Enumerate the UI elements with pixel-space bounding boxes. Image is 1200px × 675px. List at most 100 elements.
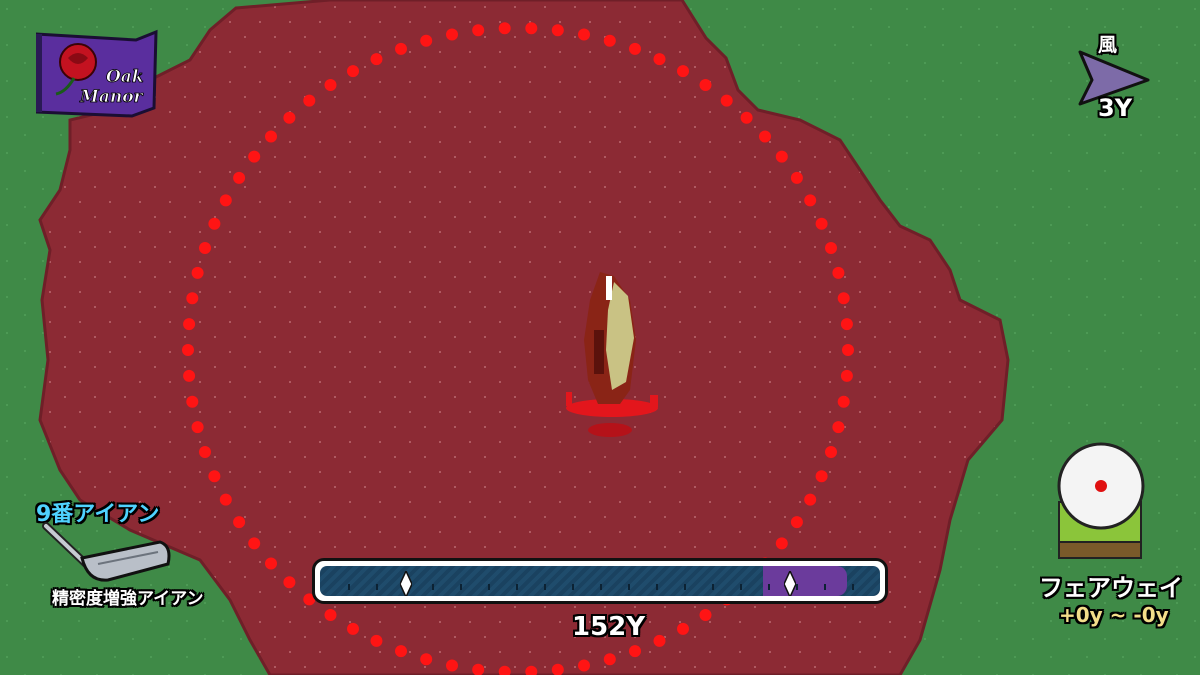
target-ring-dot [324, 79, 337, 91]
shot-distance: 152Y [572, 612, 646, 642]
target-ring-dot [324, 609, 337, 621]
target-ring-dot [395, 42, 407, 55]
target-ring-dot [842, 344, 854, 356]
target-ring-dot [775, 537, 788, 550]
target-ring-dot [837, 292, 850, 305]
target-ring-dot [446, 659, 458, 672]
target-ring-dot [677, 65, 689, 78]
shot-power-meter[interactable] [312, 558, 888, 604]
target-ring-dot [370, 53, 383, 66]
target-ring-dot [248, 150, 261, 163]
target-ring-dot [653, 634, 666, 647]
start-marker-icon [400, 571, 412, 596]
target-ring-dot [199, 446, 211, 458]
target-ring-dot [219, 194, 232, 207]
power-target-zone [763, 566, 847, 596]
target-ring-dot [840, 318, 853, 331]
target-ring-dot [832, 421, 845, 434]
power-tick [572, 584, 574, 590]
target-ring-dot [303, 94, 316, 107]
power-tick [740, 584, 742, 590]
target-ring-dot [182, 344, 194, 356]
target-ring-dot [837, 395, 850, 408]
target-ring-dot [629, 42, 641, 55]
power-tick [852, 584, 854, 590]
club-selector[interactable]: 9番アイアン 精密度増強アイアン [30, 492, 230, 622]
target-ring-dot [265, 130, 277, 143]
power-tick [600, 584, 602, 590]
target-ring-dot [699, 609, 712, 621]
target-ring-dot [825, 242, 837, 254]
target-ring-dot [283, 576, 296, 589]
target-ring-dot [677, 622, 689, 635]
target-ring-dot [183, 369, 196, 382]
target-ring-dot [265, 557, 277, 570]
target-ring-dot [183, 318, 196, 331]
target-ring-dot [472, 24, 485, 37]
course-name-line2: Manor [79, 87, 144, 107]
power-tick [460, 584, 462, 590]
target-ring-dot [191, 266, 204, 279]
target-ring-dot [775, 150, 788, 163]
target-ring-dot [446, 28, 458, 41]
target-ring-dot [815, 470, 828, 483]
target-ring-dot [370, 634, 383, 647]
target-ring-dot [208, 470, 221, 483]
target-ring-dot [840, 369, 853, 382]
target-ring-dot [832, 266, 845, 279]
club-description: 精密度増強アイアン [52, 589, 204, 609]
target-ring-dot [186, 292, 199, 305]
target-ring-dot [551, 24, 564, 37]
target-ring-dot [186, 395, 199, 408]
power-tick [376, 584, 378, 590]
target-ring-dot [578, 659, 590, 672]
power-tick [684, 584, 686, 590]
power-marker-icon[interactable] [784, 571, 797, 596]
target-ring-dot [790, 516, 803, 529]
wind-value: 3Y [1098, 94, 1133, 122]
target-ring-dot [804, 493, 817, 506]
target-ring-dot [395, 645, 407, 658]
target-ring-dot [347, 622, 359, 635]
target-ring-dot [603, 34, 616, 47]
target-ring-dot [199, 242, 211, 254]
target-ring-dot [825, 446, 837, 458]
target-ring-dot [525, 22, 538, 35]
power-tick [656, 584, 658, 590]
power-tick [628, 584, 630, 590]
power-tick [348, 584, 350, 590]
power-tick [824, 584, 826, 590]
target-ring-dot [815, 217, 828, 230]
course-name-line1: Oak [106, 67, 144, 87]
target-ring-dot [578, 28, 590, 41]
iron-club-icon [42, 522, 171, 582]
power-tick [768, 584, 770, 590]
target-ring-dot [233, 516, 246, 529]
target-ring-dot [790, 171, 803, 184]
target-ring-dot [653, 53, 666, 66]
lie-range: +0y ~ -0y [1059, 603, 1169, 627]
power-tick [516, 584, 518, 590]
target-ring-dot [603, 653, 616, 666]
lie-label: フェアウェイ [1039, 574, 1183, 602]
target-ring-dot [208, 217, 221, 230]
target-ring-dot [347, 65, 359, 78]
target-ring-dot [804, 194, 817, 207]
target-ring-dot [420, 34, 433, 47]
target-ring-dot [720, 94, 733, 107]
target-ring-dot [699, 79, 712, 91]
course-flag: Oak Manor [36, 29, 158, 118]
target-ring-dot [498, 22, 511, 35]
target-ring-dot [759, 130, 771, 143]
target-ring-dot [629, 645, 641, 658]
wind-indicator: 風 3Y [1068, 28, 1158, 128]
target-ring-dot [283, 111, 296, 124]
power-tick [488, 584, 490, 590]
power-tick [544, 584, 546, 590]
target-ring-dot [233, 171, 246, 184]
target-ring-dot [420, 653, 433, 666]
power-tick [432, 584, 434, 590]
power-tick [712, 584, 714, 590]
target-ring-dot [248, 537, 261, 550]
power-track [320, 566, 880, 596]
